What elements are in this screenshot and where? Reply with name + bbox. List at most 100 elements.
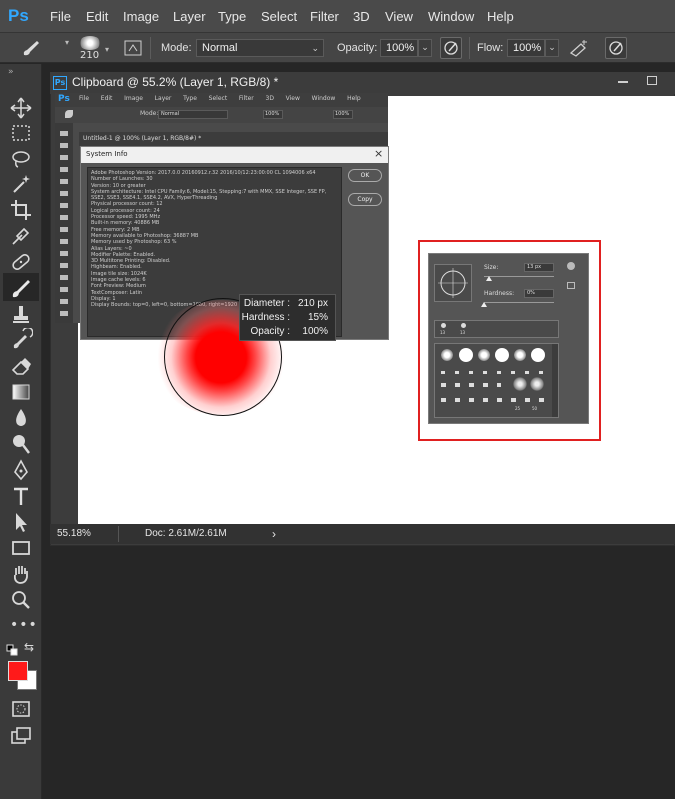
airbrush-icon[interactable] xyxy=(568,39,590,57)
default-colors-icon[interactable] xyxy=(6,644,18,656)
brush-tool-icon[interactable] xyxy=(20,38,42,58)
more-tools-icon[interactable]: ••• xyxy=(10,617,38,633)
type-tool-icon[interactable] xyxy=(9,484,33,508)
size-slider[interactable] xyxy=(484,276,554,277)
maximize-icon[interactable] xyxy=(647,76,657,85)
close-icon[interactable]: × xyxy=(374,147,383,160)
brush-preview-icon[interactable] xyxy=(79,36,101,50)
menu-select[interactable]: Select xyxy=(261,0,297,33)
opacity-chevron-icon[interactable]: ⌄ xyxy=(418,39,432,57)
new-preset-icon[interactable] xyxy=(567,282,575,289)
preset-hard-2[interactable] xyxy=(495,348,509,362)
embedded-menu-help: Help xyxy=(347,95,361,102)
menu-3d[interactable]: 3D xyxy=(353,0,370,33)
preset-soft-4[interactable] xyxy=(513,377,527,391)
eyedropper-tool-icon[interactable] xyxy=(9,224,33,248)
menu-edit[interactable]: Edit xyxy=(86,0,108,33)
hardness-slider-thumb[interactable] xyxy=(481,302,487,307)
hand-tool-icon[interactable] xyxy=(9,562,33,586)
path-selection-tool-icon[interactable] xyxy=(9,510,33,534)
preset-row-shapes-2[interactable] xyxy=(441,398,551,402)
preset-row-small[interactable] xyxy=(441,371,551,374)
crop-tool-icon[interactable] xyxy=(9,198,33,222)
embedded-menu-filter: Filter xyxy=(238,95,254,102)
dodge-tool-icon[interactable] xyxy=(9,432,33,456)
screen-mode-icon[interactable] xyxy=(9,724,33,748)
rectangle-tool-icon[interactable] xyxy=(9,536,33,560)
menu-image[interactable]: Image xyxy=(123,0,159,33)
embedded-toolbar xyxy=(55,123,73,323)
preset-hard-3[interactable] xyxy=(531,348,545,362)
flow-input[interactable]: 100% xyxy=(507,39,545,57)
gradient-tool-icon[interactable] xyxy=(9,380,33,404)
marquee-tool-icon[interactable] xyxy=(9,121,33,145)
collapse-panel-icon[interactable]: » xyxy=(8,67,14,77)
preset-soft-1[interactable] xyxy=(441,349,453,361)
preset-soft-3[interactable] xyxy=(514,349,526,361)
hardness-slider[interactable] xyxy=(484,302,554,303)
brush-hardness-label: Hardness: xyxy=(484,290,515,297)
quick-mask-icon[interactable] xyxy=(9,697,33,721)
move-tool-icon[interactable] xyxy=(9,96,33,120)
preset-hard-1[interactable] xyxy=(459,348,473,362)
preset-soft-2[interactable] xyxy=(478,349,490,361)
presets-scrollbar[interactable] xyxy=(552,344,558,417)
blur-tool-icon[interactable] xyxy=(9,406,33,430)
embedded-doc-tab: Untitled-1 @ 100% (Layer 1, RGB/8#) * xyxy=(79,132,388,146)
zoom-level[interactable]: 55.18% xyxy=(57,528,91,539)
zoom-tool-icon[interactable] xyxy=(9,588,33,612)
brush-size-label[interactable]: 210 xyxy=(80,50,99,62)
pen-tool-icon[interactable] xyxy=(9,458,33,482)
quick-select-tool-icon[interactable] xyxy=(9,172,33,196)
divider xyxy=(469,37,470,59)
copy-button[interactable]: Copy xyxy=(348,193,382,206)
foreground-color-swatch[interactable] xyxy=(8,661,28,681)
recent-brush-1[interactable] xyxy=(441,323,446,328)
hud-diameter-value: 210 px xyxy=(297,298,328,309)
history-brush-tool-icon[interactable] xyxy=(9,328,33,352)
status-menu-arrow-icon[interactable]: › xyxy=(272,527,276,541)
menu-view[interactable]: View xyxy=(385,0,413,33)
preset-size-50: 50 xyxy=(532,406,538,411)
menu-filter[interactable]: Filter xyxy=(310,0,339,33)
mode-value: Normal xyxy=(202,42,238,54)
embedded-tool-icons xyxy=(60,131,68,321)
clone-stamp-tool-icon[interactable] xyxy=(9,302,33,326)
tools-panel: » ••• ⇆ xyxy=(0,64,42,799)
healing-brush-tool-icon[interactable] xyxy=(9,250,33,274)
recent-brush-1-size: 13 xyxy=(440,330,446,335)
brush-presets-grid: 25 50 xyxy=(434,343,559,418)
mode-select[interactable]: Normal ⌄ xyxy=(196,39,324,57)
brush-size-input[interactable]: 13 px xyxy=(524,263,554,272)
pressure-opacity-button[interactable] xyxy=(440,37,462,59)
eraser-tool-icon[interactable] xyxy=(9,354,33,378)
size-slider-thumb[interactable] xyxy=(486,276,492,281)
brush-panel-toggle-icon[interactable] xyxy=(124,40,142,56)
brush-tool-icon[interactable] xyxy=(9,276,33,300)
gear-icon[interactable] xyxy=(567,262,575,270)
brush-picker-chevron-icon[interactable]: ▾ xyxy=(105,45,109,54)
flow-chevron-icon[interactable]: ⌄ xyxy=(545,39,559,57)
preset-soft-5[interactable] xyxy=(530,377,544,391)
preset-row-shapes-1[interactable] xyxy=(441,383,501,387)
embedded-menu-view: View xyxy=(285,95,300,102)
menu-layer[interactable]: Layer xyxy=(173,0,206,33)
menu-file[interactable]: File xyxy=(50,0,71,33)
brush-hardness-input[interactable]: 0% xyxy=(524,289,554,298)
menu-help[interactable]: Help xyxy=(487,0,514,33)
menu-bar: Ps File Edit Image Layer Type Select Fil… xyxy=(0,0,675,33)
document-tab[interactable]: Ps Clipboard @ 55.2% (Layer 1, RGB/8) * xyxy=(50,72,675,94)
menu-window[interactable]: Window xyxy=(428,0,474,33)
tool-preset-chevron-icon[interactable]: ▾ xyxy=(65,39,75,47)
opacity-input[interactable]: 100% xyxy=(380,39,418,57)
system-info-lines: Adobe Photoshop Version: 2017.0.0 201609… xyxy=(88,168,341,311)
pressure-size-button[interactable] xyxy=(605,37,627,59)
minimize-icon[interactable] xyxy=(618,81,628,83)
embedded-brush-icon xyxy=(65,110,73,118)
lasso-tool-icon[interactable] xyxy=(9,147,33,171)
menu-type[interactable]: Type xyxy=(218,0,246,33)
ok-button[interactable]: OK xyxy=(348,169,382,182)
chevron-down-icon: ⌄ xyxy=(311,43,319,53)
swap-colors-icon[interactable]: ⇆ xyxy=(24,640,34,654)
recent-brush-2[interactable] xyxy=(461,323,466,328)
